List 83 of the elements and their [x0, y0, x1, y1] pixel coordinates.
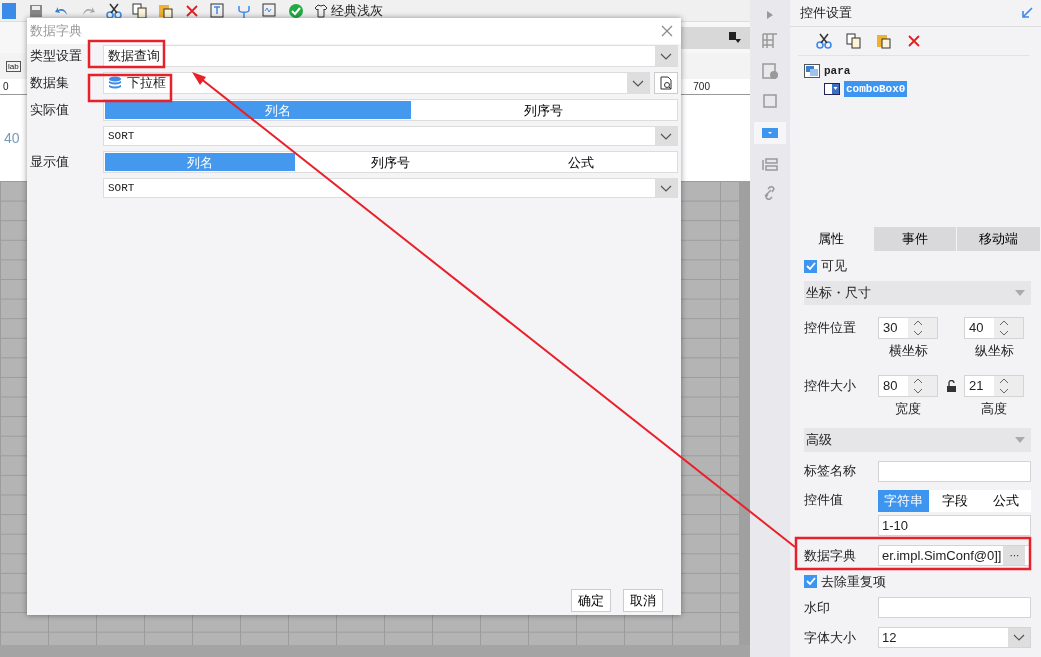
spinner-arrows-icon[interactable]	[998, 319, 1010, 337]
text-style-icon[interactable]	[210, 2, 226, 19]
field-label: 控件值	[804, 491, 844, 509]
field-caption: 高度	[981, 399, 1007, 418]
form-icon	[804, 64, 820, 78]
shirt-icon	[314, 3, 328, 18]
save-icon[interactable]	[28, 2, 44, 19]
spinner-arrows-icon[interactable]	[912, 319, 924, 337]
text-field[interactable]	[878, 596, 1031, 618]
field-label: 字体大小	[804, 628, 857, 647]
field-label: 控件位置	[804, 319, 857, 337]
delete-icon[interactable]	[184, 2, 200, 19]
text-field[interactable]	[878, 460, 1031, 482]
cut-icon[interactable]	[106, 2, 122, 19]
checkbox-label: 去除重复项	[821, 572, 886, 591]
dock-icon[interactable]	[1021, 7, 1033, 19]
value-field[interactable]: 1-10	[878, 515, 1031, 537]
field-label: 数据字典	[804, 546, 857, 565]
field-label: 标签名称	[804, 462, 857, 481]
expand-icon	[1015, 290, 1025, 296]
dropdown-widget-icon[interactable]	[761, 126, 779, 140]
close-icon[interactable]	[661, 25, 673, 37]
section-title: 坐标・尺寸	[806, 284, 871, 303]
section-header[interactable]: 坐标・尺寸	[804, 281, 1031, 305]
copy-icon[interactable]	[132, 2, 148, 19]
field-label: 实际值	[30, 101, 70, 119]
ruler-label: 0	[3, 80, 9, 94]
combo-widget-icon	[824, 83, 840, 95]
database-icon	[108, 76, 122, 90]
number-field[interactable]: 40	[964, 317, 1024, 339]
field-label: 类型设置	[30, 47, 83, 65]
tab[interactable]: 事件	[873, 227, 957, 251]
dialog-title: 数据字典	[30, 22, 82, 41]
format-icon[interactable]	[728, 30, 742, 45]
cut-icon[interactable]	[816, 33, 832, 49]
lock-icon[interactable]	[946, 379, 956, 392]
field-label: 水印	[804, 598, 831, 617]
copy-icon[interactable]	[846, 33, 862, 49]
designer-icon[interactable]	[2, 2, 18, 19]
column-dropdown[interactable]: SORT	[103, 178, 678, 198]
field-label: 控件大小	[804, 376, 857, 395]
dialog-button[interactable]: 取消	[623, 588, 663, 612]
field-caption: 横坐标	[888, 342, 928, 360]
ruler-label: 700	[693, 80, 710, 94]
tree-item[interactable]: para	[824, 62, 851, 80]
dialog-button[interactable]: 确定	[571, 588, 611, 612]
canvas-text: 40	[4, 128, 20, 148]
dictionary-field[interactable]: er.impl.SimConf@0]] ···	[878, 544, 1031, 566]
column-dropdown[interactable]: SORT	[103, 126, 678, 146]
delete-icon[interactable]	[906, 33, 922, 49]
expand-icon	[1015, 437, 1025, 443]
search-document-icon	[659, 76, 673, 90]
field-label: 数据集	[30, 74, 70, 92]
paste-icon[interactable]	[876, 33, 892, 49]
more-button[interactable]: ···	[1003, 545, 1026, 565]
type-dropdown[interactable]: 数据查询	[103, 45, 678, 67]
dropdown-field[interactable]: 12	[878, 626, 1031, 648]
panel-title: 控件设置	[800, 4, 852, 23]
number-field[interactable]: 21	[964, 374, 1024, 397]
section-title: 高级	[806, 431, 832, 450]
number-field[interactable]: 30	[878, 317, 938, 339]
horizontal-scrollbar[interactable]	[0, 645, 750, 657]
field-caption: 宽度	[895, 399, 921, 418]
tab[interactable]: 移动端	[957, 227, 1040, 251]
list-icon[interactable]	[761, 156, 779, 174]
checkbox[interactable]	[804, 574, 817, 588]
dataset-dropdown[interactable]: 下拉框	[103, 72, 650, 94]
field-caption: 纵坐标	[974, 342, 1014, 360]
layout-icon[interactable]	[761, 32, 779, 50]
field-label: 显示值	[30, 153, 70, 171]
theme-button[interactable]: 经典浅灰	[314, 0, 384, 21]
number-field[interactable]: 80	[878, 374, 938, 397]
section-header[interactable]: 高级	[804, 428, 1031, 452]
vertical-scrollbar[interactable]	[739, 181, 750, 645]
label-widget-icon[interactable]: lab	[6, 60, 21, 72]
checkbox-label: 可见	[821, 257, 847, 276]
spinner-arrows-icon[interactable]	[998, 376, 1010, 395]
checkbox[interactable]	[804, 259, 817, 273]
check-circle-icon[interactable]	[288, 2, 304, 19]
paste-icon[interactable]	[158, 2, 174, 19]
collapse-icon[interactable]	[766, 10, 774, 20]
preview-button[interactable]	[654, 72, 678, 94]
spinner-arrows-icon[interactable]	[912, 376, 924, 395]
